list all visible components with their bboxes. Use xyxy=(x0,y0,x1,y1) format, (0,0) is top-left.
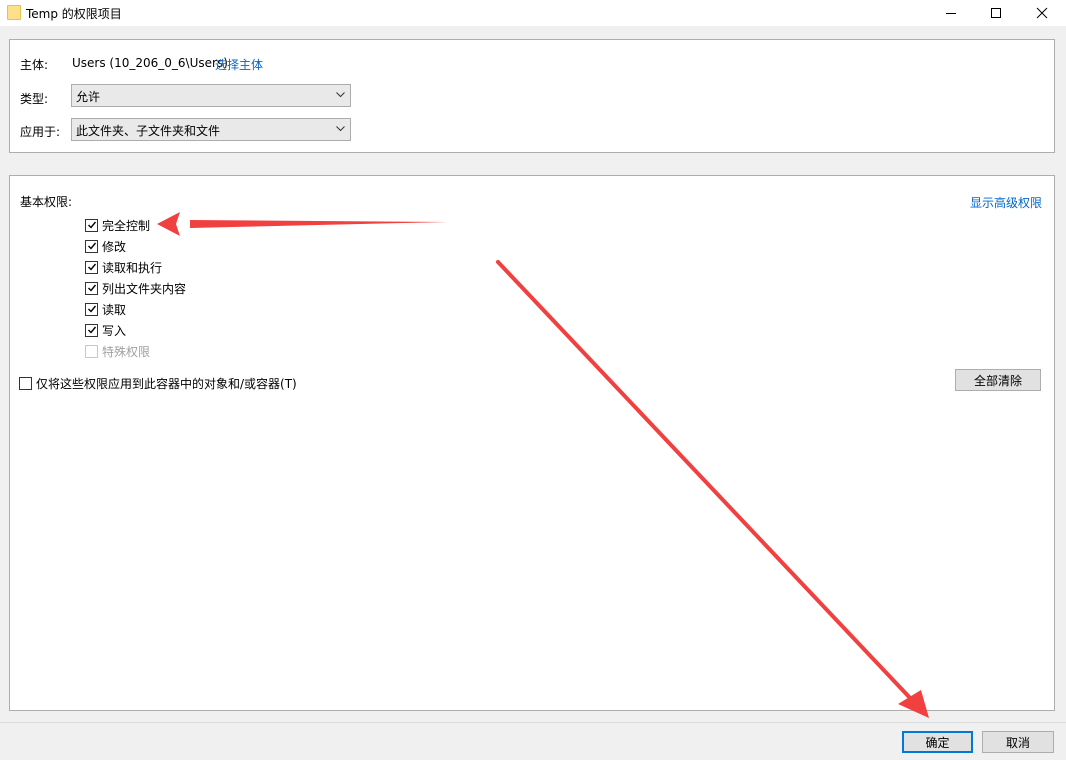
permission-read-execute[interactable]: 读取和执行 xyxy=(85,258,162,276)
checkbox[interactable] xyxy=(19,376,32,390)
permission-label: 特殊权限 xyxy=(102,344,151,359)
ok-button[interactable]: 确定 xyxy=(902,731,973,753)
chevron-down-icon xyxy=(336,92,345,98)
principal-label: 主体: xyxy=(20,58,49,72)
minimize-icon xyxy=(946,12,956,14)
permission-label: 读取 xyxy=(102,302,127,317)
checkbox[interactable] xyxy=(85,281,98,295)
checkbox[interactable] xyxy=(85,323,98,337)
apply-only-label: 仅将这些权限应用到此容器中的对象和/或容器(T) xyxy=(36,376,297,391)
permission-special: 特殊权限 xyxy=(85,342,150,360)
maximize-icon xyxy=(991,8,1001,18)
applies-to-select[interactable]: 此文件夹、子文件夹和文件 xyxy=(71,118,351,141)
select-principal-link[interactable]: 选择主体 xyxy=(215,56,263,73)
type-select[interactable]: 允许 xyxy=(71,84,351,107)
permissions-panel: 基本权限: 显示高级权限 完全控制 修改 读取和执行 列出文件夹内容 读取 写入… xyxy=(9,175,1055,711)
show-advanced-permissions-link[interactable]: 显示高级权限 xyxy=(970,194,1042,211)
folder-icon xyxy=(7,5,21,20)
checkmark-icon xyxy=(87,221,96,229)
maximize-button[interactable] xyxy=(973,0,1019,26)
checkmark-icon xyxy=(87,263,96,271)
permission-full-control[interactable]: 完全控制 xyxy=(85,216,150,234)
permission-write[interactable]: 写入 xyxy=(85,321,126,339)
checkmark-icon xyxy=(87,326,96,334)
checkbox[interactable] xyxy=(85,260,98,274)
permission-list-folder[interactable]: 列出文件夹内容 xyxy=(85,279,186,297)
footer-divider xyxy=(0,722,1066,723)
type-select-value: 允许 xyxy=(76,90,101,104)
title-bar: Temp 的权限项目 xyxy=(0,0,1066,26)
checkmark-icon xyxy=(87,284,96,292)
checkbox[interactable] xyxy=(85,218,98,232)
type-label: 类型: xyxy=(20,92,49,106)
chevron-down-icon xyxy=(336,126,345,132)
cancel-button[interactable]: 取消 xyxy=(982,731,1054,753)
applies-to-select-value: 此文件夹、子文件夹和文件 xyxy=(76,124,221,138)
close-button[interactable] xyxy=(1019,0,1065,26)
applies-to-label: 应用于: xyxy=(20,125,61,139)
principal-panel: 主体: Users (10_206_0_6\Users) 选择主体 类型: 允许… xyxy=(9,39,1055,153)
principal-value: Users (10_206_0_6\Users) xyxy=(72,56,228,70)
permission-label: 写入 xyxy=(102,323,127,338)
window-title: Temp 的权限项目 xyxy=(26,7,122,21)
permission-label: 读取和执行 xyxy=(102,260,163,275)
clear-all-button[interactable]: 全部清除 xyxy=(955,369,1041,391)
checkmark-icon xyxy=(87,305,96,313)
checkbox xyxy=(85,344,98,358)
permission-label: 修改 xyxy=(102,239,127,254)
permission-label: 完全控制 xyxy=(102,218,151,233)
checkbox[interactable] xyxy=(85,302,98,316)
permission-read[interactable]: 读取 xyxy=(85,300,126,318)
apply-only-option[interactable]: 仅将这些权限应用到此容器中的对象和/或容器(T) xyxy=(19,374,297,392)
basic-permissions-heading: 基本权限: xyxy=(20,195,73,209)
checkbox[interactable] xyxy=(85,239,98,253)
minimize-button[interactable] xyxy=(928,0,974,26)
checkmark-icon xyxy=(87,242,96,250)
permission-modify[interactable]: 修改 xyxy=(85,237,126,255)
close-icon xyxy=(1036,7,1048,19)
permission-label: 列出文件夹内容 xyxy=(102,281,187,296)
